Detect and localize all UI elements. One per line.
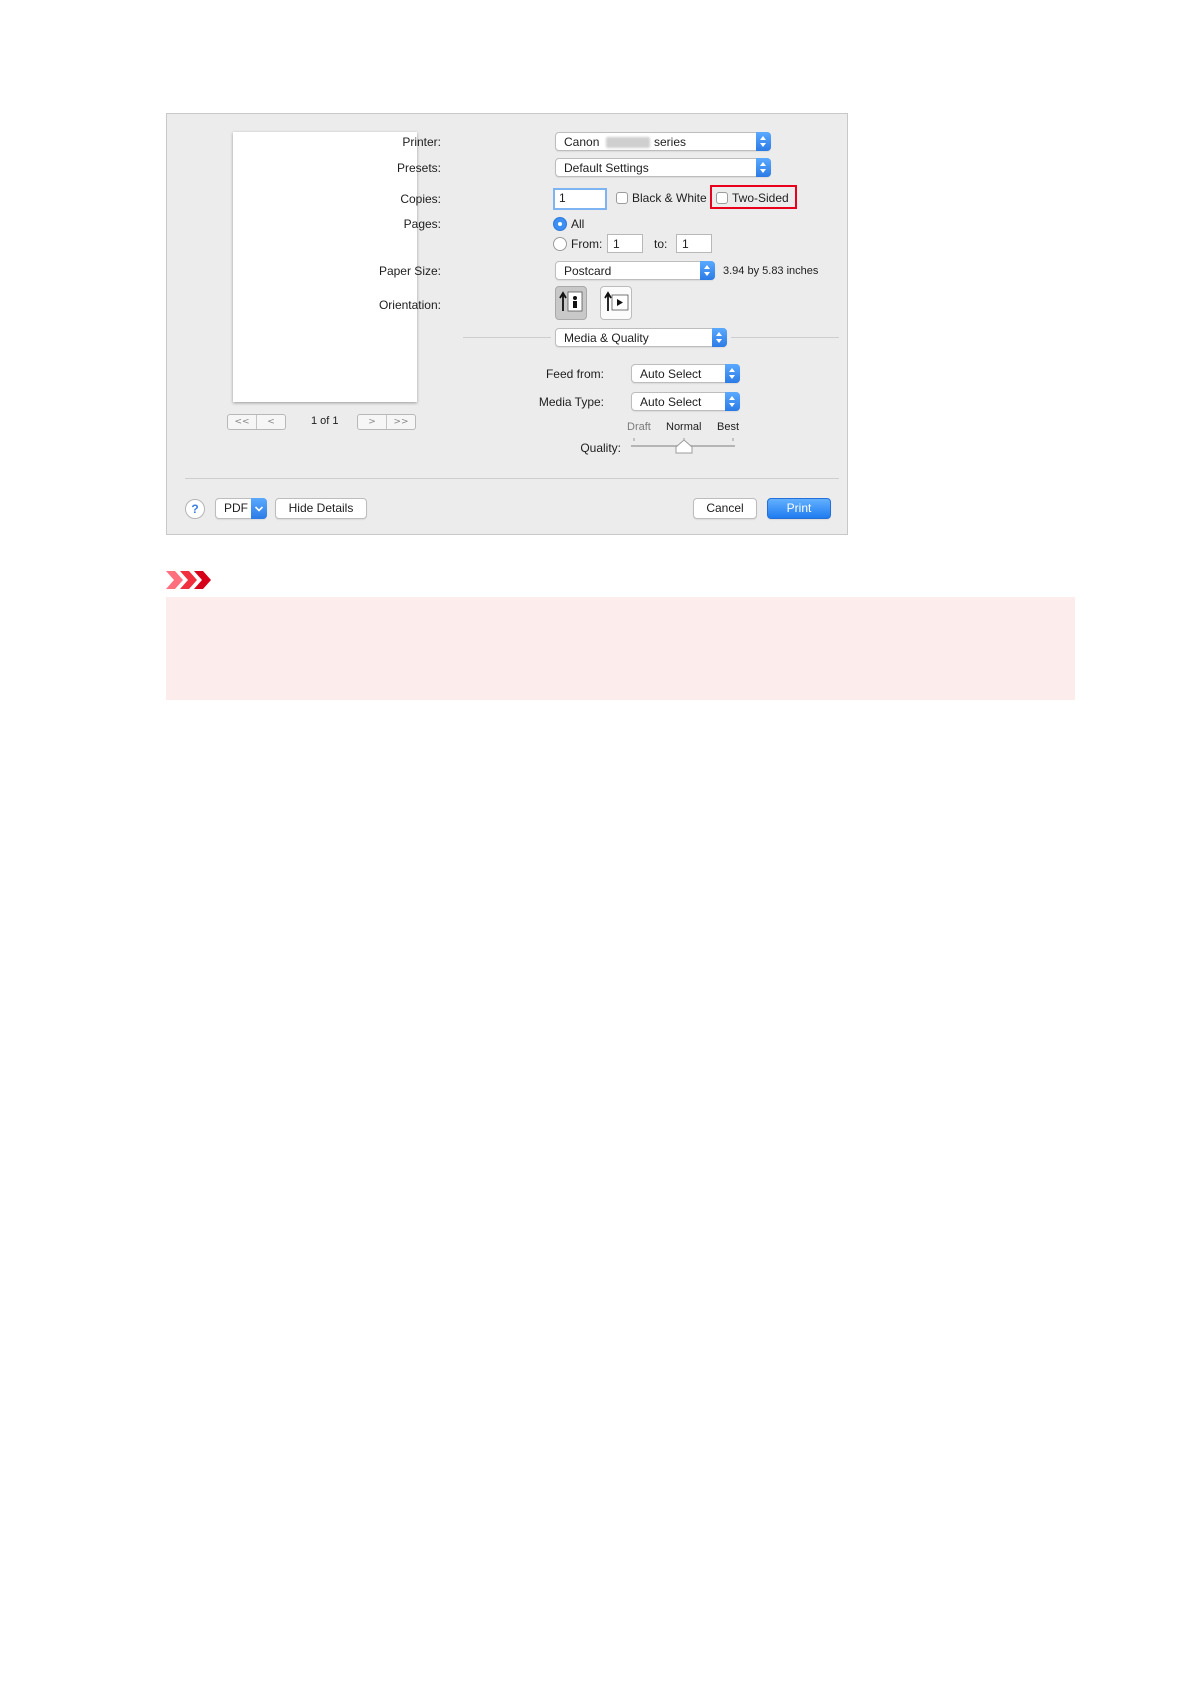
- feed-from-stepper-icon: [725, 364, 740, 383]
- printer-name-prefix: Canon: [564, 135, 600, 149]
- print-button[interactable]: Print: [767, 498, 831, 519]
- copies-label: Copies:: [400, 192, 441, 206]
- pages-label: Pages:: [403, 217, 441, 231]
- quality-tick-draft: Draft: [627, 421, 651, 433]
- important-chevrons-icon: [166, 571, 211, 589]
- help-button[interactable]: ?: [185, 499, 205, 519]
- presets-popup[interactable]: Default Settings: [555, 158, 771, 177]
- landscape-orientation-icon: [604, 291, 629, 311]
- pages-to-label: to:: [654, 237, 668, 251]
- printer-popup[interactable]: Canon series: [555, 132, 771, 151]
- page-indicator: 1 of 1: [311, 415, 339, 427]
- media-type-stepper-icon: [725, 392, 740, 411]
- last-page-button[interactable]: >>: [386, 415, 415, 429]
- paper-size-stepper-icon: [700, 261, 715, 280]
- previous-page-button[interactable]: <: [256, 415, 285, 429]
- section-divider-left: [463, 337, 551, 338]
- presets-label: Presets:: [396, 161, 441, 175]
- cancel-button[interactable]: Cancel: [693, 498, 757, 519]
- next-page-button[interactable]: >: [358, 415, 386, 429]
- section-popup[interactable]: Media & Quality: [555, 328, 727, 347]
- presets-value: Default Settings: [564, 161, 649, 175]
- pages-from-label: From:: [571, 237, 603, 251]
- pages-all-radio[interactable]: [553, 217, 567, 231]
- redacted-model-name: [606, 137, 650, 148]
- two-sided-checkbox[interactable]: [716, 192, 728, 204]
- two-sided-label: Two-Sided: [732, 191, 789, 205]
- paper-size-dimensions: 3.94 by 5.83 inches: [723, 265, 819, 277]
- hide-details-button[interactable]: Hide Details: [275, 498, 367, 519]
- section-divider-right: [731, 337, 839, 338]
- pdf-menu-button[interactable]: PDF: [215, 498, 267, 519]
- black-white-checkbox[interactable]: [616, 192, 628, 204]
- copies-field[interactable]: 1: [553, 188, 607, 210]
- printer-name-suffix: series: [654, 135, 687, 149]
- pages-to-field[interactable]: 1: [676, 234, 712, 253]
- pager-forward-group: > >>: [357, 414, 416, 430]
- quality-slider[interactable]: [629, 434, 739, 456]
- media-type-popup[interactable]: Auto Select: [631, 392, 740, 411]
- quality-label: Quality:: [580, 441, 621, 455]
- quality-tick-best: Best: [717, 421, 740, 433]
- section-popup-stepper-icon: [712, 328, 727, 347]
- important-note-box: [166, 597, 1075, 700]
- feed-from-label: Feed from:: [545, 367, 604, 381]
- section-popup-value: Media & Quality: [564, 331, 649, 345]
- media-type-value: Auto Select: [640, 395, 702, 409]
- pager-back-group: << <: [227, 414, 286, 430]
- media-type-label: Media Type:: [538, 395, 604, 409]
- orientation-portrait-button[interactable]: [555, 286, 587, 320]
- black-white-label: Black & White: [632, 191, 707, 205]
- portrait-orientation-icon: [559, 291, 583, 312]
- pages-from-field[interactable]: 1: [607, 234, 643, 253]
- printer-popup-stepper-icon: [756, 132, 771, 151]
- paper-size-label: Paper Size:: [378, 264, 441, 278]
- pdf-chevron-down-icon: [251, 498, 267, 519]
- printer-label: Printer:: [402, 135, 441, 149]
- quality-tick-normal: Normal: [666, 421, 702, 433]
- pdf-label: PDF: [224, 501, 248, 515]
- orientation-label: Orientation:: [378, 298, 441, 312]
- paper-size-popup[interactable]: Postcard: [555, 261, 715, 280]
- feed-from-popup[interactable]: Auto Select: [631, 364, 740, 383]
- print-dialog: << < 1 of 1 > >> Printer: Canon series P…: [166, 113, 848, 535]
- pages-from-radio[interactable]: [553, 237, 567, 251]
- feed-from-value: Auto Select: [640, 367, 702, 381]
- first-page-button[interactable]: <<: [228, 415, 256, 429]
- footer-divider: [185, 478, 839, 479]
- paper-size-value: Postcard: [564, 264, 612, 278]
- pages-all-label: All: [571, 217, 585, 231]
- presets-popup-stepper-icon: [756, 158, 771, 177]
- orientation-landscape-button[interactable]: [600, 286, 632, 320]
